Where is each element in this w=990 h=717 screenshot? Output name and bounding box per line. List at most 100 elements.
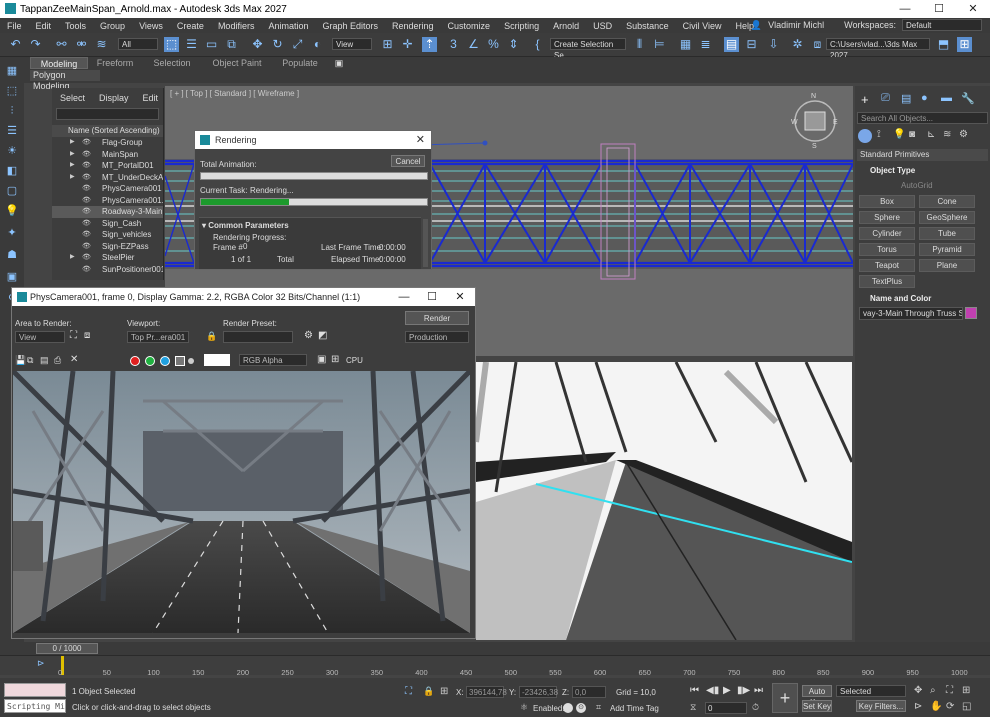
textplus-button[interactable]: TextPlus — [859, 275, 915, 288]
orbit-icon[interactable]: ⟳ — [946, 701, 954, 712]
key-mode-dropdown[interactable]: Selected — [836, 685, 906, 697]
project-path-field[interactable]: C:\Users\vlad...\3ds Max 2027 — [826, 38, 930, 60]
menu-civil-view[interactable]: Civil View — [676, 21, 729, 31]
close-button[interactable]: ✕ — [956, 0, 990, 18]
mirror-icon[interactable]: ⫴ — [632, 37, 647, 52]
clone-vfb-icon[interactable]: ▤ — [40, 355, 49, 366]
pivot-icon[interactable]: ⊞ — [380, 37, 395, 52]
scene-explorer-toggle-icon[interactable]: ▦ — [4, 63, 20, 79]
isolate-icon[interactable]: ⛶ — [405, 686, 412, 697]
key-mode-icon[interactable]: ⧖ — [690, 702, 696, 713]
explorer-item[interactable]: 👁 Sign-EZPass — [52, 241, 163, 253]
color-swatch[interactable] — [204, 354, 230, 366]
edit-named-sets-icon[interactable]: { — [530, 37, 545, 52]
previous-frame-icon[interactable]: ◀▮ — [706, 685, 719, 696]
explorer-menu-select[interactable]: Select — [60, 93, 85, 103]
add-time-tag[interactable]: Add Time Tag — [610, 704, 659, 713]
adaptive-degradation-icon[interactable]: ⚛ — [520, 702, 528, 713]
lights-filter-icon[interactable]: ☀ — [4, 143, 20, 159]
curve-editor-icon[interactable]: ⊟ — [744, 37, 759, 52]
viewport-shading-standard[interactable]: [ Standard ] — [210, 89, 251, 98]
tab-populate[interactable]: Populate — [278, 57, 322, 69]
ref-coord-dropdown[interactable]: View — [332, 38, 372, 50]
blue-channel-icon[interactable] — [160, 356, 170, 366]
menu-animation[interactable]: Animation — [261, 21, 315, 31]
material-editor-icon[interactable]: ✲ — [790, 37, 805, 52]
systems-icon[interactable]: ⚙ — [959, 129, 968, 140]
menu-file[interactable]: File — [0, 21, 29, 31]
menu-substance[interactable]: Substance — [619, 21, 676, 31]
sphere-button[interactable]: Sphere — [859, 211, 915, 224]
zoom-extents-all-icon[interactable]: ⊞ — [962, 685, 970, 696]
visibility-eye-icon[interactable]: 👁 — [82, 137, 91, 149]
rendering-close-icon[interactable]: ✕ — [416, 131, 425, 149]
tab-selection[interactable]: Selection — [148, 57, 196, 69]
production-dropdown[interactable]: Production — [405, 331, 469, 343]
workspaces-dropdown[interactable]: Default — [902, 19, 982, 31]
explorer-menu-display[interactable]: Display — [99, 93, 129, 103]
time-config-icon[interactable]: ⏱ — [752, 702, 759, 713]
y-coordinate-field[interactable]: -23426,38 — [519, 686, 558, 698]
z-coordinate-field[interactable]: 0,0 — [572, 686, 606, 698]
visibility-eye-icon[interactable]: 👁 — [82, 264, 91, 276]
next-frame-icon[interactable]: ▮▶ — [737, 685, 750, 696]
visibility-eye-icon[interactable]: 👁 — [82, 183, 91, 195]
key-filters-button[interactable]: Key Filters... — [856, 700, 906, 712]
scripting-mini-listener[interactable]: Scripting Mi — [4, 699, 66, 713]
set-key-button[interactable]: Set Key — [802, 700, 832, 712]
lock-icon[interactable]: 🔒 — [206, 331, 217, 342]
expand-icon[interactable]: ▶ — [70, 160, 75, 172]
expand-icon[interactable]: ▶ — [70, 137, 75, 149]
render-button[interactable]: Render — [405, 311, 469, 325]
go-to-start-icon[interactable]: ⏮ — [690, 685, 699, 696]
menu-customize[interactable]: Customize — [441, 21, 498, 31]
move-icon[interactable]: ✥ — [250, 37, 265, 52]
vfb-maximize-button[interactable]: ☐ — [418, 288, 446, 306]
explorer-item[interactable]: 👁 Sign_Cash — [52, 218, 163, 230]
set-key-big-icon[interactable]: + — [772, 683, 798, 713]
dialog-scrollbar[interactable] — [423, 219, 428, 267]
redo-icon[interactable]: ↷ — [28, 37, 43, 52]
keyboard-shortcut-icon[interactable]: ⇡ — [422, 37, 437, 52]
maximize-button[interactable]: ☐ — [922, 0, 956, 18]
visibility-eye-icon[interactable]: 👁 — [82, 172, 91, 184]
vfb-minimize-button[interactable]: — — [390, 288, 418, 306]
tube-button[interactable]: Tube — [919, 227, 975, 240]
render-setup-icon[interactable]: ⚙ — [304, 330, 313, 341]
create-tab-icon[interactable]: + — [861, 92, 869, 107]
render-mode-icon[interactable]: ⊞ — [331, 354, 339, 365]
maxscript-listener-field[interactable] — [4, 683, 66, 697]
menu-scripting[interactable]: Scripting — [497, 21, 546, 31]
selection-set-dropdown[interactable]: Create Selection Se — [550, 38, 626, 60]
common-parameters-title[interactable]: ▾ Common Parameters — [202, 221, 289, 230]
menu-edit[interactable]: Edit — [29, 21, 59, 31]
user-name[interactable]: Vladimir Michl — [768, 20, 824, 30]
clear-icon[interactable]: ✕ — [70, 354, 78, 365]
layer-explorer-icon[interactable]: ≣ — [698, 37, 713, 52]
shapes-icon[interactable]: ⟟ — [877, 129, 881, 140]
camera-viewport[interactable] — [476, 362, 852, 640]
time-slider[interactable]: 0 / 1000 — [0, 642, 990, 655]
window-crossing-icon[interactable]: ⧉ — [224, 37, 239, 52]
select-tool-icon[interactable]: ⬚ — [4, 83, 20, 99]
link-icon[interactable]: ⚯ — [54, 37, 69, 52]
alembic-icon[interactable]: ☗ — [4, 247, 20, 263]
pyramid-button[interactable]: Pyramid — [919, 243, 975, 256]
render-setup-icon[interactable]: ⧈ — [810, 37, 825, 52]
explorer-item[interactable]: ▶ 👁 SteelPier — [52, 252, 163, 264]
menu-views[interactable]: Views — [132, 21, 170, 31]
selection-filter-dropdown[interactable]: All — [118, 38, 158, 50]
explorer-item[interactable]: ▶ 👁 MainSpan — [52, 149, 163, 161]
select-by-name-icon[interactable]: ☰ — [184, 37, 199, 52]
visibility-eye-icon[interactable]: 👁 — [82, 206, 91, 218]
select-manipulate-icon[interactable]: ✛ — [400, 37, 415, 52]
project-folder-icon[interactable]: ⬒ — [936, 37, 951, 52]
plane-button[interactable]: Plane — [919, 259, 975, 272]
channel-dropdown[interactable]: RGB Alpha — [239, 354, 307, 366]
x-coordinate-field[interactable]: 396144,78 — [466, 686, 507, 698]
placement-icon[interactable]: ◐ — [310, 37, 325, 52]
autogrid-checkbox[interactable]: AutoGrid — [901, 181, 933, 190]
environment-icon[interactable]: ◩ — [318, 330, 327, 341]
explorer-item[interactable]: 👁 Sign_vehicles — [52, 229, 163, 241]
box-button[interactable]: Box — [859, 195, 915, 208]
